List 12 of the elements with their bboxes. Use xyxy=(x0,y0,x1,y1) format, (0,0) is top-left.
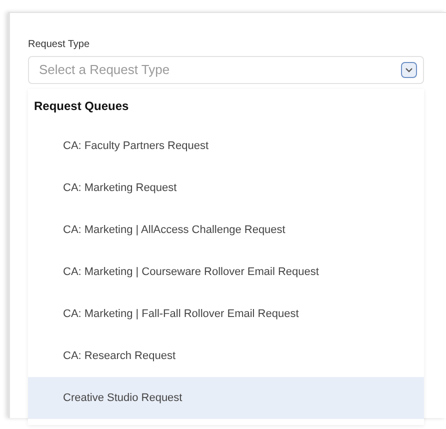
dropdown-option[interactable]: CA: Research Request xyxy=(28,335,424,377)
field-label: Request Type xyxy=(28,38,91,52)
dropdown-option[interactable]: CA: Marketing Request xyxy=(28,167,424,209)
select-input[interactable]: Select a Request Type xyxy=(39,60,401,80)
chevron-down-icon[interactable] xyxy=(401,62,417,78)
dropdown-option[interactable]: CA: Faculty Partners Request xyxy=(28,125,424,167)
group-title: Request Queues xyxy=(33,98,130,115)
dropdown-option[interactable]: Creative Studio Request xyxy=(28,377,424,419)
dropdown-option[interactable]: CA: Marketing | Fall-Fall Rollover Email Request xyxy=(28,293,424,335)
request-type-select[interactable]: Select a Request Type xyxy=(28,56,424,84)
dropdown-option[interactable]: CA: Marketing | Courseware Rollover Email Request xyxy=(28,251,424,293)
dropdown-option[interactable]: CA: Marketing | AllAccess Challenge Request xyxy=(28,209,424,251)
